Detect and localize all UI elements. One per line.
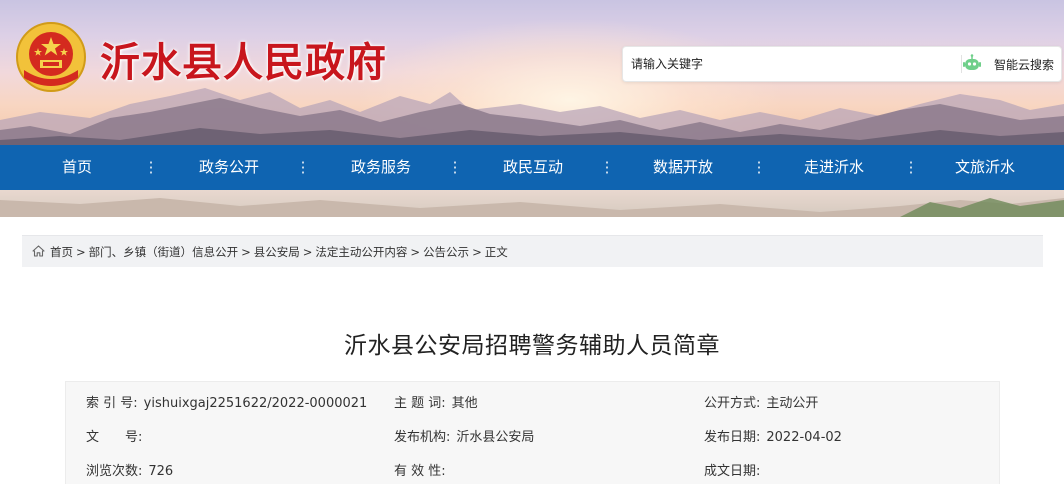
site-title[interactable]: 沂水县人民政府: [100, 30, 387, 88]
meta-label: 公开方式:: [704, 396, 761, 411]
meta-value: yishuixgaj2251622/2022-0000021: [143, 396, 368, 411]
nav-separator: [302, 160, 304, 175]
meta-label: 成文日期:: [704, 464, 761, 479]
nav-separator: [910, 160, 912, 175]
meta-disclosure-method: 公开方式: 主动公开: [704, 392, 818, 411]
meta-written-date: 成文日期:: [704, 460, 766, 479]
meta-subject: 主 题 词: 其他: [394, 392, 478, 411]
breadcrumb-announcements[interactable]: 公告公示: [423, 245, 469, 259]
meta-value: 726: [148, 464, 174, 479]
meta-label: 文 号:: [86, 430, 143, 445]
nav-separator: [758, 160, 760, 175]
meta-value: 主动公开: [766, 396, 819, 411]
meta-value: 2022-04-02: [766, 430, 842, 445]
smart-search-button[interactable]: 智能云搜索: [994, 56, 1054, 73]
nav-item-about-yishui[interactable]: 走进沂水: [783, 145, 885, 190]
breadcrumb: 首页 > 部门、乡镇（街道）信息公开 > 县公安局 > 法定主动公开内容 > 公告公示 > 正文: [22, 235, 1043, 267]
meta-label: 发布日期:: [704, 430, 761, 445]
meta-index-number: 索 引 号: yishuixgaj2251622/2022-0000021: [86, 392, 367, 411]
banner-strip: [0, 190, 1064, 217]
meta-value: 沂水县公安局: [456, 430, 535, 445]
meta-publisher: 发布机构: 沂水县公安局: [394, 426, 534, 445]
header-banner: 沂水县人民政府 智能云搜索: [0, 0, 1064, 145]
breadcrumb-dept-info[interactable]: 部门、乡镇（街道）信息公开: [89, 245, 239, 259]
breadcrumb-separator: >: [410, 245, 421, 259]
nav-item-culture-tourism[interactable]: 文旅沂水: [934, 145, 1036, 190]
breadcrumb-current: 正文: [484, 245, 508, 259]
meta-label: 索 引 号:: [86, 396, 138, 411]
breadcrumb-public-security-bureau[interactable]: 县公安局: [254, 245, 300, 259]
meta-label: 主 题 词:: [394, 396, 446, 411]
home-icon: [32, 245, 45, 257]
meta-label: 发布机构:: [394, 430, 451, 445]
nav-item-gov-services[interactable]: 政务服务: [330, 145, 432, 190]
meta-value: 其他: [451, 396, 478, 411]
nav-separator: [606, 160, 608, 175]
nav-separator: [150, 160, 152, 175]
meta-validity: 有 效 性:: [394, 460, 452, 479]
meta-label: 有 效 性:: [394, 464, 446, 479]
breadcrumb-separator: >: [241, 245, 251, 259]
nav-separator: [454, 160, 456, 175]
nav-item-interaction[interactable]: 政民互动: [482, 145, 584, 190]
landscape-strip-image: [0, 198, 1064, 217]
meta-label: 浏览次数:: [86, 464, 143, 479]
article-title: 沂水县公安局招聘警务辅助人员简章: [344, 333, 720, 359]
search-input[interactable]: [623, 47, 953, 81]
nav-item-gov-affairs-public[interactable]: 政务公开: [178, 145, 280, 190]
breadcrumb-statutory-content[interactable]: 法定主动公开内容: [315, 245, 407, 259]
robot-icon[interactable]: [962, 53, 982, 73]
meta-publish-date: 发布日期: 2022-04-02: [704, 426, 842, 445]
breadcrumb-separator: >: [302, 245, 313, 259]
nav-item-home[interactable]: 首页: [28, 145, 126, 190]
national-emblem-logo: [16, 22, 86, 92]
breadcrumb-home[interactable]: 首页: [50, 245, 73, 259]
meta-document-number: 文 号:: [86, 426, 148, 445]
metadata-table: 索 引 号: yishuixgaj2251622/2022-0000021 主 题…: [65, 381, 1000, 484]
breadcrumb-separator: >: [472, 245, 482, 259]
meta-view-count: 浏览次数: 726: [86, 460, 173, 479]
main-nav: 首页 政务公开 政务服务 政民互动 数据开放 走进沂水 文旅沂水: [0, 145, 1064, 190]
breadcrumb-separator: >: [76, 245, 86, 259]
nav-item-open-data[interactable]: 数据开放: [632, 145, 734, 190]
